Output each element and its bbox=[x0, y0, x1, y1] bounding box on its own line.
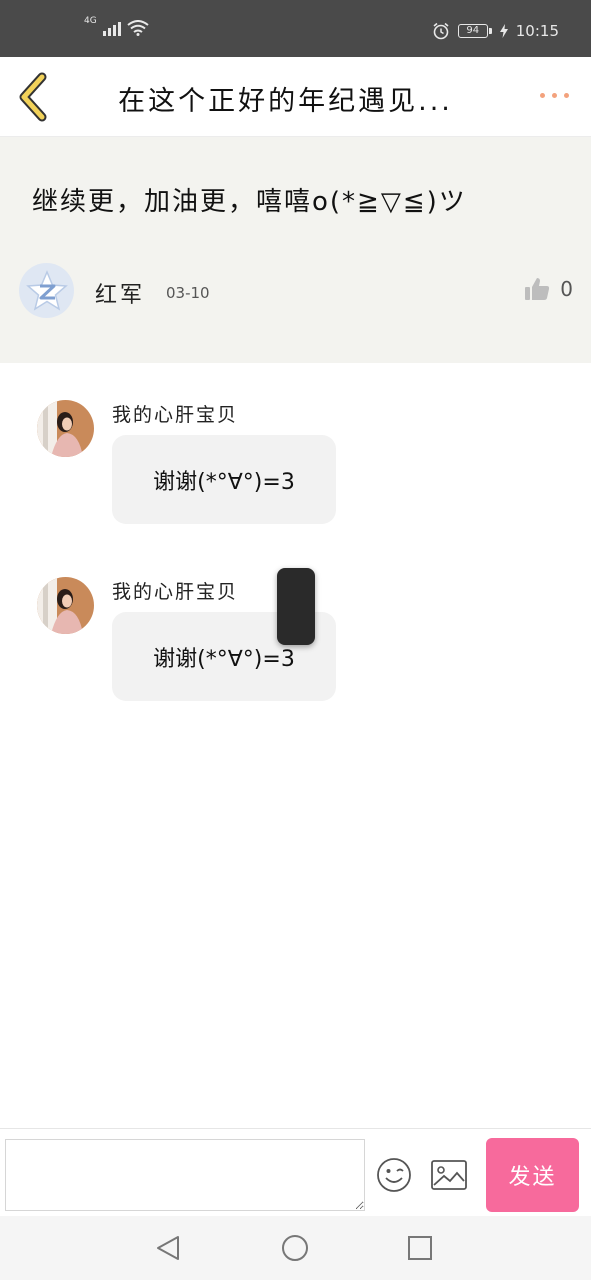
circle-home-icon bbox=[282, 1235, 308, 1261]
reply-username[interactable]: 我的心肝宝贝 bbox=[112, 577, 238, 604]
post-date: 03-10 bbox=[166, 284, 210, 302]
battery-icon: 94 bbox=[457, 24, 492, 38]
top-header: 在这个正好的年纪遇见... bbox=[0, 57, 591, 137]
nav-recents-button[interactable] bbox=[404, 1232, 436, 1264]
post-text: 继续更，加油更，嘻嘻o(*≧▽≦)ツ bbox=[32, 187, 467, 217]
smiley-icon bbox=[377, 1158, 411, 1192]
square-recents-icon bbox=[408, 1236, 432, 1260]
image-button[interactable] bbox=[430, 1159, 468, 1191]
image-icon bbox=[431, 1160, 467, 1190]
emoji-button[interactable] bbox=[376, 1157, 412, 1193]
like-count: 0 bbox=[560, 277, 573, 301]
system-nav-bar bbox=[0, 1216, 591, 1280]
status-bar: 4G 94 10:15 bbox=[0, 0, 591, 57]
battery-level: 94 bbox=[457, 24, 488, 38]
network-type: 4G bbox=[84, 16, 97, 26]
floating-scroll-handle[interactable] bbox=[277, 568, 315, 645]
status-right: 94 10:15 bbox=[432, 22, 559, 40]
author-avatar[interactable] bbox=[19, 263, 74, 318]
avatar[interactable] bbox=[37, 400, 94, 457]
signal-icon bbox=[102, 20, 121, 36]
back-button[interactable] bbox=[14, 71, 54, 123]
reply-message[interactable]: 谢谢(*°∀°)=3 bbox=[112, 435, 336, 524]
comment-input-bar: 发送 bbox=[0, 1128, 591, 1216]
star-logo-icon bbox=[25, 269, 68, 311]
triangle-back-icon bbox=[157, 1236, 179, 1260]
alarm-icon bbox=[433, 22, 449, 40]
like-button[interactable]: 0 bbox=[524, 277, 573, 301]
send-button[interactable]: 发送 bbox=[486, 1138, 579, 1212]
status-left: 4G bbox=[84, 16, 149, 36]
more-dots-icon bbox=[540, 93, 545, 98]
wifi-icon bbox=[127, 20, 149, 36]
thumbs-up-icon bbox=[525, 278, 550, 300]
comment-input[interactable] bbox=[5, 1139, 365, 1211]
avatar[interactable] bbox=[37, 577, 94, 634]
charging-icon bbox=[499, 24, 508, 38]
nav-home-button[interactable] bbox=[279, 1232, 311, 1264]
original-post: 继续更，加油更，嘻嘻o(*≧▽≦)ツ 红军 03-10 0 bbox=[0, 137, 591, 363]
user-photo-icon bbox=[37, 400, 94, 457]
chevron-left-icon bbox=[19, 72, 47, 122]
reply-item: 我的心肝宝贝 谢谢(*°∀°)=3 bbox=[0, 400, 591, 540]
reply-username[interactable]: 我的心肝宝贝 bbox=[112, 400, 238, 427]
more-options-button[interactable] bbox=[540, 93, 569, 98]
nav-back-button[interactable] bbox=[152, 1232, 184, 1264]
page-title: 在这个正好的年纪遇见... bbox=[118, 86, 453, 117]
clock: 10:15 bbox=[515, 22, 559, 40]
post-author[interactable]: 红军 bbox=[95, 277, 145, 309]
user-photo-icon bbox=[37, 577, 94, 634]
